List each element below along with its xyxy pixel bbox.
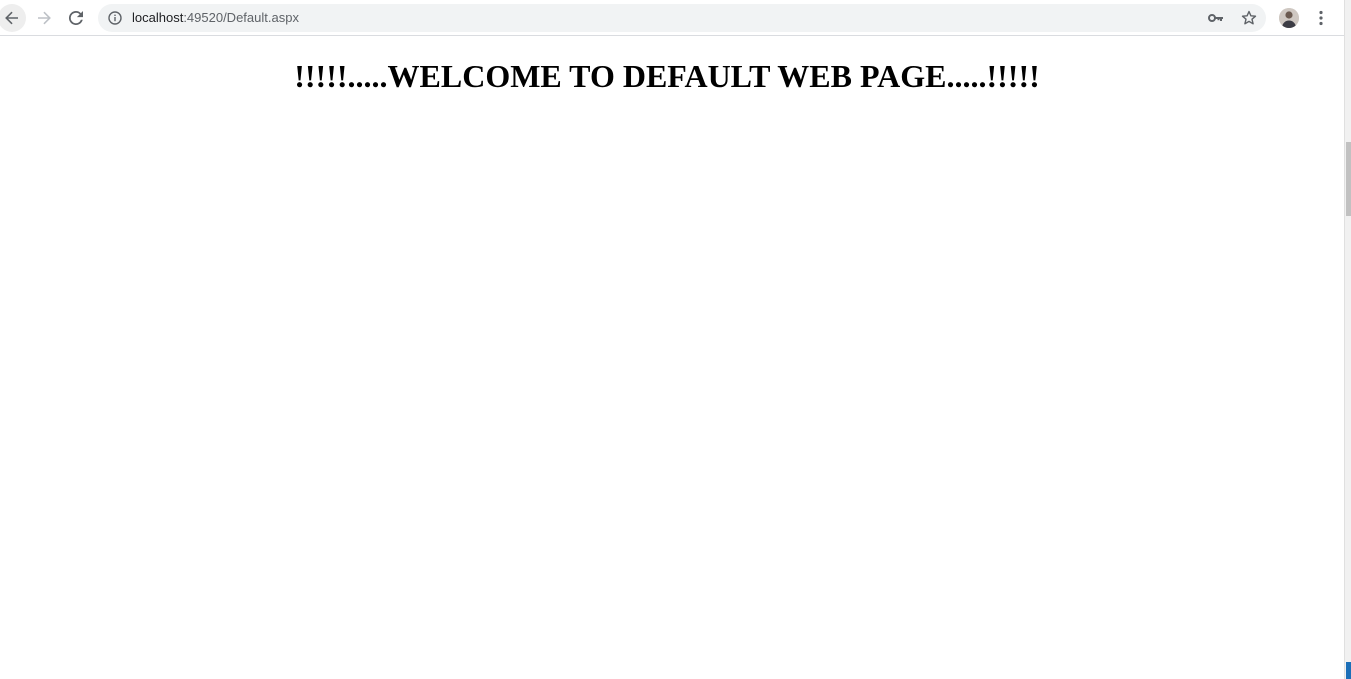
url-host: localhost bbox=[132, 10, 184, 25]
back-button[interactable] bbox=[0, 4, 26, 32]
avatar-icon[interactable] bbox=[1279, 8, 1299, 28]
url-text[interactable]: localhost:49520/Default.aspx bbox=[132, 10, 299, 26]
vertical-scrollbar[interactable] bbox=[1344, 0, 1351, 679]
browser-menu-button[interactable] bbox=[1311, 6, 1331, 30]
kebab-menu-icon bbox=[1319, 10, 1323, 26]
page-viewport: !!!!!.....WELCOME TO DEFAULT WEB PAGE...… bbox=[0, 37, 1344, 679]
arrow-left-icon bbox=[5, 11, 18, 25]
url-path: :49520/Default.aspx bbox=[183, 10, 299, 25]
scrollbar-thumb[interactable] bbox=[1346, 142, 1351, 216]
reload-button[interactable] bbox=[62, 4, 90, 32]
info-icon[interactable] bbox=[108, 11, 122, 25]
profile-picture bbox=[1279, 8, 1299, 28]
address-bar[interactable]: localhost:49520/Default.aspx bbox=[98, 4, 1266, 32]
browser-toolbar: localhost:49520/Default.aspx bbox=[0, 0, 1344, 36]
star-icon[interactable] bbox=[1241, 10, 1257, 26]
corner-indicator bbox=[1346, 662, 1351, 679]
reload-icon bbox=[68, 10, 83, 25]
key-icon[interactable] bbox=[1208, 11, 1224, 25]
arrow-right-icon bbox=[38, 11, 51, 25]
forward-button[interactable] bbox=[30, 4, 58, 32]
page-heading: !!!!!.....WELCOME TO DEFAULT WEB PAGE...… bbox=[294, 58, 1040, 94]
